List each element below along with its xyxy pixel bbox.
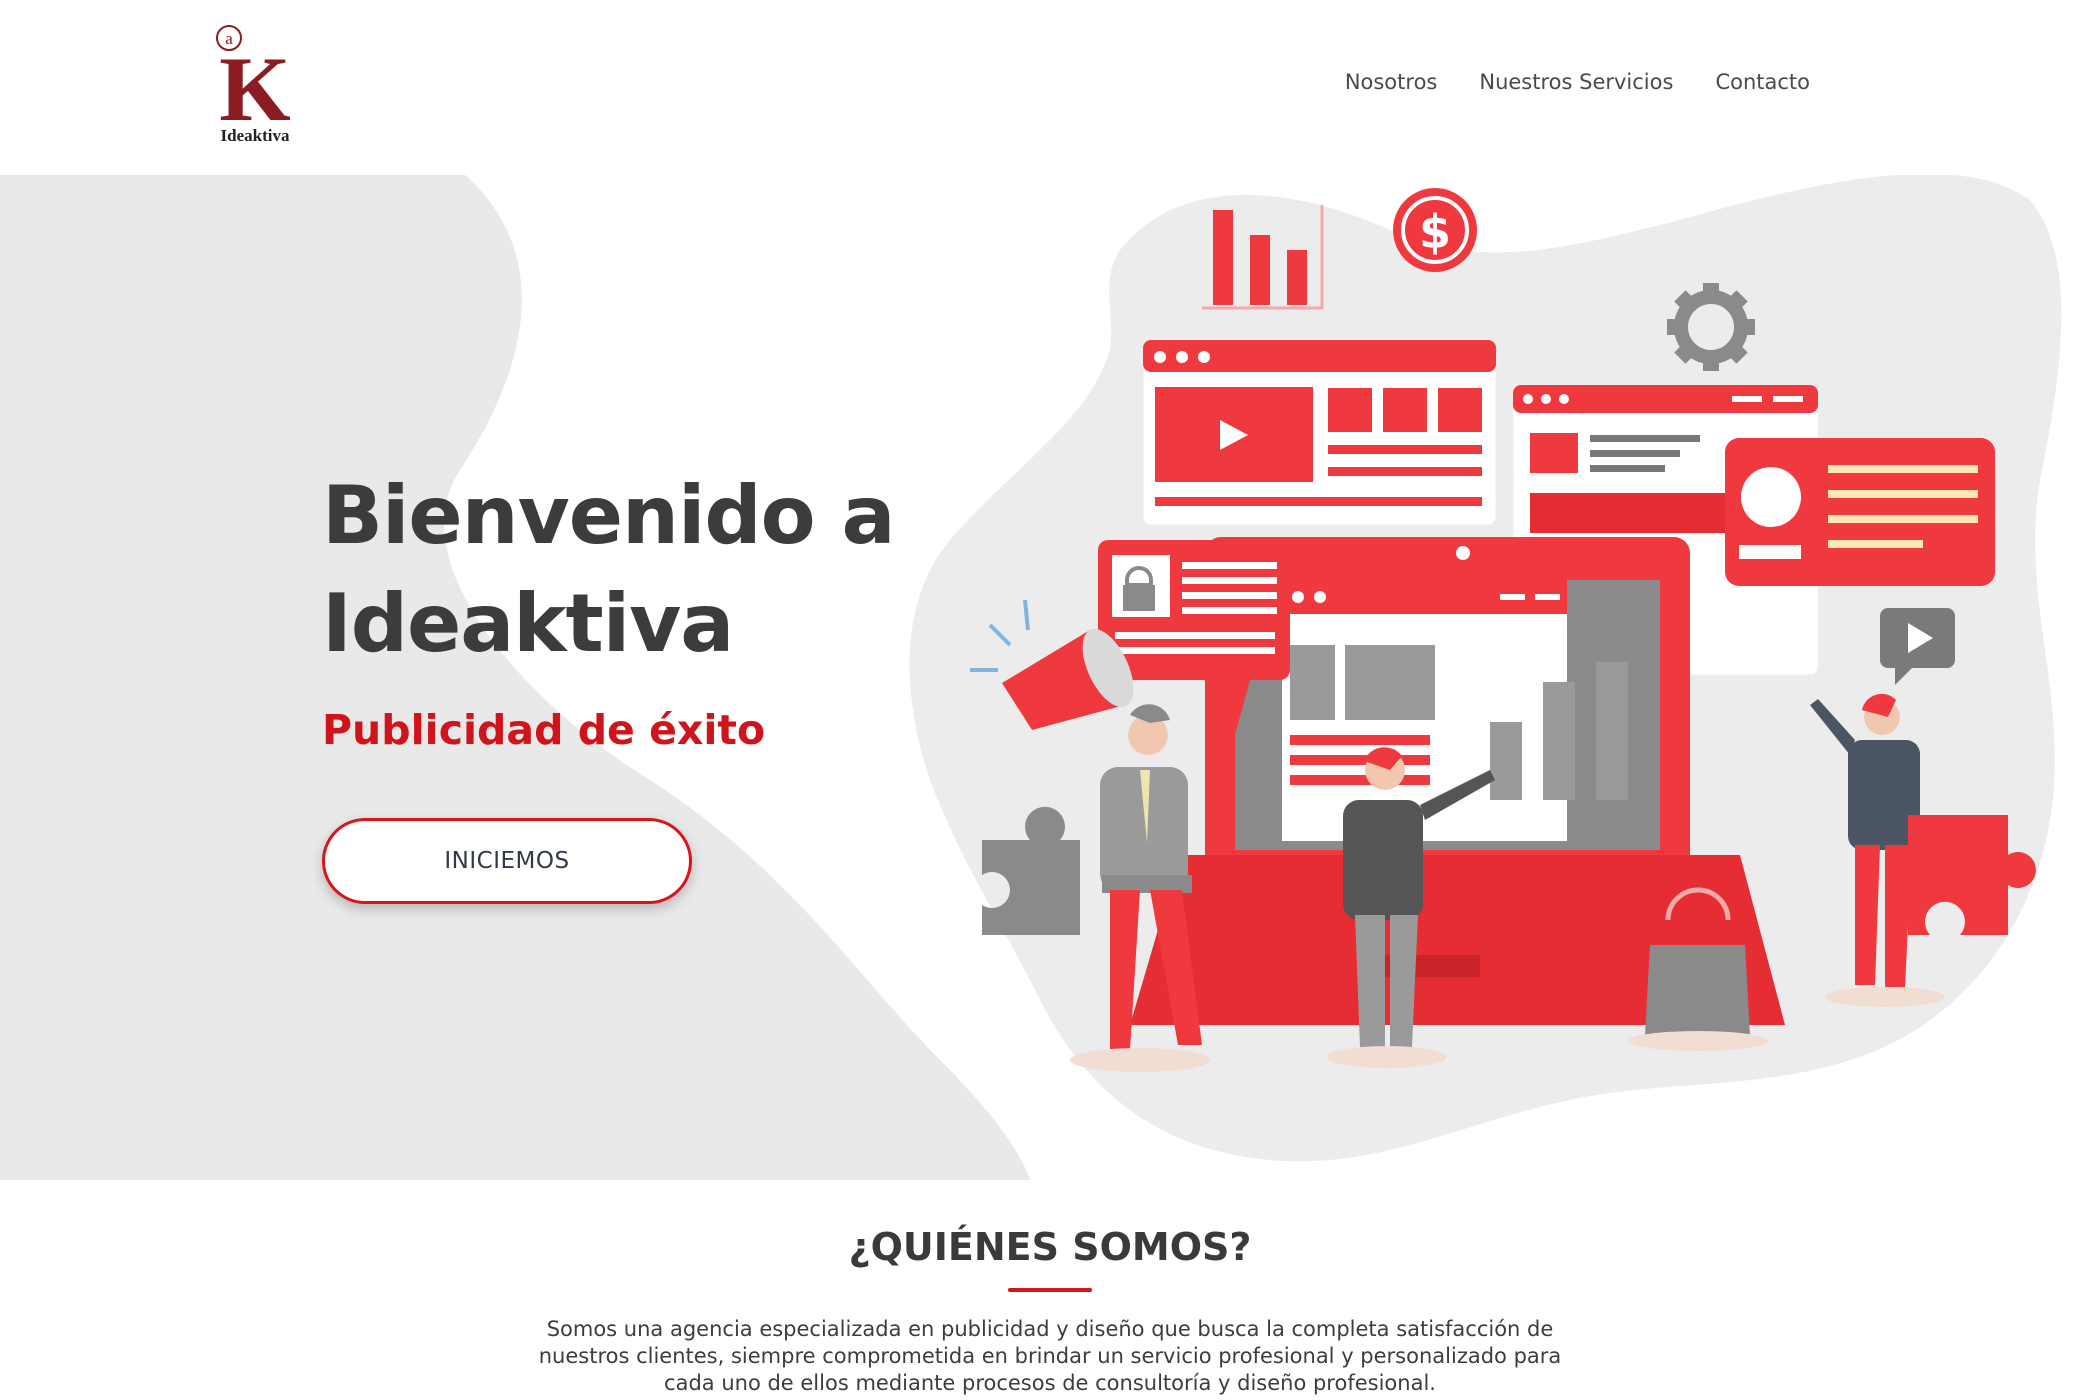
- logo-letter-k: K: [219, 38, 291, 140]
- hero-title-line2: Ideaktiva: [322, 577, 734, 670]
- puzzle-icon-gray: [982, 806, 1080, 935]
- hero-text: Bienvenido a Ideaktiva Publicidad de éxi…: [322, 462, 1002, 754]
- hero-title: Bienvenido a Ideaktiva: [322, 462, 1002, 678]
- svg-text:$: $: [1419, 205, 1451, 259]
- nav-nuestros-servicios[interactable]: Nuestros Servicios: [1479, 70, 1673, 94]
- about-text: Somos una agencia especializada en publi…: [538, 1317, 1562, 1395]
- about-divider: [1008, 1288, 1092, 1292]
- hero-subtitle: Publicidad de éxito: [322, 706, 766, 754]
- profile-card: [1725, 438, 1995, 586]
- about-title: ¿QUIÉNES SOMOS?: [848, 1225, 1252, 1269]
- video-window: [1142, 339, 1497, 526]
- about-section: ¿QUIÉNES SOMOS? Somos una agencia especi…: [0, 1180, 2100, 1400]
- iniciemos-button[interactable]: INICIEMOS: [322, 818, 692, 904]
- puzzle-icon-red: [1908, 815, 2036, 935]
- nav-contacto[interactable]: Contacto: [1715, 70, 1810, 94]
- hero-illustration: $: [970, 188, 2036, 1072]
- logo[interactable]: a K Ideaktiva: [205, 22, 305, 147]
- site-header: a K Ideaktiva Nosotros Nuestros Servicio…: [0, 0, 2100, 175]
- main-nav: Nosotros Nuestros Servicios Contacto: [1345, 70, 1810, 94]
- gear-icon: [1667, 283, 1755, 371]
- logo-wordmark: Ideaktiva: [221, 126, 290, 145]
- play-bubble-icon: [1880, 608, 1955, 685]
- dollar-icon: $: [1393, 188, 1477, 272]
- hero-title-line1: Bienvenido a: [322, 469, 895, 562]
- bar-chart-icon: [1202, 205, 1324, 310]
- nav-nosotros[interactable]: Nosotros: [1345, 70, 1438, 94]
